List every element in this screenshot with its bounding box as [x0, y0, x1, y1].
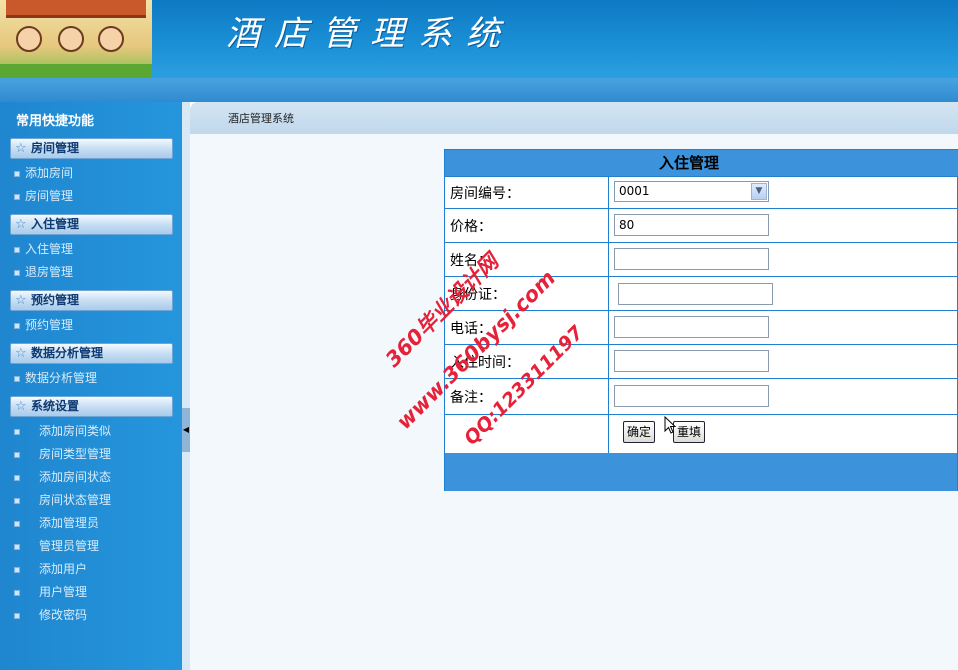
- form-row-id-card: 身份证：: [445, 277, 958, 311]
- bullet-icon: [14, 497, 20, 504]
- bullet-icon: [14, 451, 20, 458]
- header-band: [0, 78, 958, 102]
- bullet-icon: [14, 589, 20, 596]
- phone-label: 电话：: [450, 311, 609, 344]
- checkin-form: 入住管理 房间编号： 0001 ▼ 价格： 姓名： 身份证： 电话：: [444, 149, 958, 491]
- bullet-icon: [14, 375, 20, 382]
- price-input[interactable]: [614, 214, 769, 236]
- bullet-icon: [14, 612, 20, 619]
- sidebar-item-add-admin[interactable]: 添加管理员: [14, 515, 99, 531]
- form-row-actions: 确定 重填: [445, 415, 958, 453]
- bullet-icon: [14, 543, 20, 550]
- app-title: 酒店管理系统: [226, 14, 514, 54]
- id-card-label: 身份证：: [450, 277, 609, 310]
- sidebar-item-room-status-manage[interactable]: 房间状态管理: [14, 492, 111, 508]
- mouse-pointer-icon: [664, 416, 676, 434]
- sidebar-item-room-manage[interactable]: 房间管理: [14, 188, 73, 204]
- bullet-icon: [14, 566, 20, 573]
- star-icon: ☆: [15, 346, 27, 361]
- sidebar-group-settings[interactable]: ☆ 系统设置: [10, 396, 173, 417]
- breadcrumb: 酒店管理系统: [228, 112, 294, 125]
- sidebar-group-room[interactable]: ☆ 房间管理: [10, 138, 173, 159]
- bullet-icon: [14, 269, 20, 276]
- chevron-down-icon[interactable]: ▼: [751, 183, 767, 200]
- star-icon: ☆: [15, 141, 27, 156]
- sidebar-group-label: 数据分析管理: [31, 346, 104, 360]
- form-row-checkin-time: 入住时间：: [445, 345, 958, 379]
- bullet-icon: [14, 246, 20, 253]
- phone-input[interactable]: [614, 316, 769, 338]
- form-row-note: 备注：: [445, 379, 958, 415]
- bullet-icon: [14, 520, 20, 527]
- sidebar-item-reservation[interactable]: 预约管理: [14, 317, 73, 333]
- sidebar-item-checkout[interactable]: 退房管理: [14, 264, 73, 280]
- breadcrumb-bar: 酒店管理系统: [190, 102, 958, 134]
- sidebar-item-add-room-status[interactable]: 添加房间状态: [14, 469, 111, 485]
- app-header: 酒店管理系统: [0, 0, 958, 78]
- sidebar-group-label: 入住管理: [31, 217, 80, 231]
- submit-button[interactable]: 确定: [623, 421, 656, 443]
- name-label: 姓名：: [450, 243, 609, 276]
- form-row-room-no: 房间编号： 0001 ▼: [445, 177, 958, 209]
- form-row-price: 价格：: [445, 209, 958, 243]
- room-no-label: 房间编号：: [450, 177, 609, 208]
- room-no-selected-value: 0001: [619, 184, 650, 198]
- bullet-icon: [14, 322, 20, 329]
- form-row-phone: 电话：: [445, 311, 958, 345]
- sidebar-item-room-type-manage[interactable]: 房间类型管理: [14, 446, 111, 462]
- price-label: 价格：: [450, 209, 609, 242]
- star-icon: ☆: [15, 293, 27, 308]
- note-label: 备注：: [450, 379, 609, 414]
- sidebar-splitter[interactable]: ◀: [182, 102, 190, 670]
- form-row-name: 姓名：: [445, 243, 958, 277]
- star-icon: ☆: [15, 399, 27, 414]
- sidebar-item-checkin[interactable]: 入住管理: [14, 241, 73, 257]
- sidebar-item-add-user[interactable]: 添加用户: [14, 561, 87, 577]
- sidebar-title: 常用快捷功能: [16, 114, 95, 129]
- sidebar-item-add-room-type[interactable]: 添加房间类似: [14, 423, 111, 439]
- sidebar-group-label: 系统设置: [31, 399, 80, 413]
- id-card-input[interactable]: [618, 283, 773, 305]
- checkin-time-label: 入住时间：: [450, 345, 609, 378]
- star-icon: ☆: [15, 217, 27, 232]
- sidebar-group-analytics[interactable]: ☆ 数据分析管理: [10, 343, 173, 364]
- bullet-icon: [14, 170, 20, 177]
- name-input[interactable]: [614, 248, 769, 270]
- sidebar-group-label: 房间管理: [31, 141, 80, 155]
- header-logo: [0, 0, 152, 78]
- bullet-icon: [14, 428, 20, 435]
- collapse-arrow-icon[interactable]: ◀: [182, 408, 190, 452]
- checkin-time-input[interactable]: [614, 350, 769, 372]
- sidebar-item-user-manage[interactable]: 用户管理: [14, 584, 87, 600]
- bullet-icon: [14, 474, 20, 481]
- sidebar-item-analytics[interactable]: 数据分析管理: [14, 370, 97, 386]
- note-input[interactable]: [614, 385, 769, 407]
- actions-label-cell: [450, 415, 609, 453]
- sidebar-item-add-room[interactable]: 添加房间: [14, 165, 73, 181]
- sidebar-item-admin-manage[interactable]: 管理员管理: [14, 538, 99, 554]
- sidebar-group-label: 预约管理: [31, 293, 80, 307]
- sidebar-group-checkin[interactable]: ☆ 入住管理: [10, 214, 173, 235]
- sidebar-group-reservation[interactable]: ☆ 预约管理: [10, 290, 173, 311]
- reset-button[interactable]: 重填: [673, 421, 706, 443]
- room-no-select[interactable]: 0001 ▼: [614, 181, 769, 202]
- sidebar-item-change-password[interactable]: 修改密码: [14, 607, 87, 623]
- form-title: 入住管理: [445, 150, 958, 177]
- bullet-icon: [14, 193, 20, 200]
- form-footer: [445, 453, 957, 491]
